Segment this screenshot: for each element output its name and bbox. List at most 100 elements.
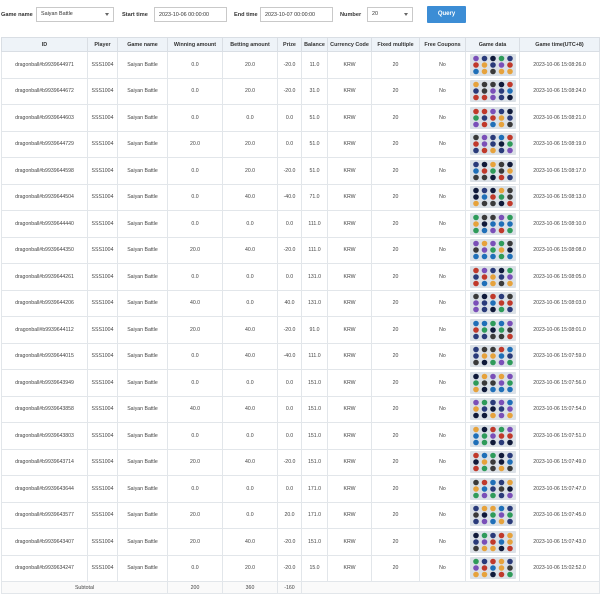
cell-betting-amount: 0.0	[222, 289, 278, 317]
game-symbol-icon	[481, 247, 487, 254]
cell-game-data[interactable]	[465, 369, 520, 397]
cell-prize: 20.0	[277, 501, 302, 529]
cell-currency-code: KRW	[327, 104, 372, 132]
table-row[interactable]: dragonball#b9939644603 SSS1004 Saiyan Batt…	[1, 104, 600, 132]
table-row[interactable]: dragonball#b9939643803 SSS1004 Saiyan Batt…	[1, 422, 600, 450]
cell-game-data[interactable]	[465, 528, 520, 556]
game-data-image[interactable]	[469, 106, 516, 129]
cell-game-data[interactable]	[465, 236, 520, 264]
game-symbol-icon	[498, 161, 504, 168]
cell-prize: 0.0	[277, 104, 302, 132]
table-row[interactable]: dragonball#b9939644971 SSS1004 Saiyan Batt…	[1, 51, 600, 79]
table-row[interactable]: dragonball#b9939644598 SSS1004 Saiyan Batt…	[1, 157, 600, 185]
game-symbol-icon	[498, 68, 504, 75]
game-data-image[interactable]	[469, 530, 516, 553]
game-data-image[interactable]	[469, 212, 516, 235]
cell-betting-amount: 40.0	[222, 342, 278, 370]
game-symbol-icon	[481, 240, 487, 247]
game-symbol-icon	[506, 373, 513, 380]
table-row[interactable]: dragonball#b9939644206 SSS1004 Saiyan Batt…	[1, 289, 600, 317]
table-row[interactable]: dragonball#b9939644440 SSS1004 Saiyan Batt…	[1, 210, 600, 238]
cell-game-data[interactable]	[465, 395, 520, 423]
table-row[interactable]: dragonball#b9939643644 SSS1004 Saiyan Batt…	[1, 475, 600, 503]
cell-free-coupons: No	[419, 210, 466, 238]
game-data-image[interactable]	[469, 186, 516, 209]
cell-game-data[interactable]	[465, 289, 520, 317]
table-row[interactable]: dragonball#b9939644672 SSS1004 Saiyan Batt…	[1, 77, 600, 105]
game-data-image[interactable]	[469, 239, 516, 262]
cell-game-data[interactable]	[465, 183, 520, 211]
game-data-image[interactable]	[469, 557, 516, 580]
game-data-image[interactable]	[469, 265, 516, 288]
cell-game-data[interactable]	[465, 210, 520, 238]
game-data-image[interactable]	[469, 504, 516, 527]
table-row[interactable]: dragonball#b9939644261 SSS1004 Saiyan Batt…	[1, 263, 600, 291]
table-row[interactable]: dragonball#b9939644350 SSS1004 Saiyan Batt…	[1, 236, 600, 264]
end-time-input[interactable]	[260, 7, 333, 22]
game-data-image[interactable]	[469, 159, 516, 182]
cell-game-data[interactable]	[465, 448, 520, 476]
table-row[interactable]: dragonball#b9939643714 SSS1004 Saiyan Batt…	[1, 448, 600, 476]
cell-prize: 0.0	[277, 210, 302, 238]
cell-game-data[interactable]	[465, 130, 520, 158]
cell-player: SSS1004	[87, 395, 118, 423]
cell-balance: 51.0	[301, 104, 328, 132]
game-symbol-icon	[506, 412, 513, 419]
table-row[interactable]: dragonball#b9939643858 SSS1004 Saiyan Batt…	[1, 395, 600, 423]
table-row[interactable]: dragonball#b9939644729 SSS1004 Saiyan Batt…	[1, 130, 600, 158]
game-data-thumbnail-icon	[472, 81, 513, 101]
cell-game-data[interactable]	[465, 263, 520, 291]
cell-game-name: Saiyan Battle	[117, 528, 168, 556]
start-time-input[interactable]	[154, 7, 227, 22]
cell-fixed-multiple: 20	[371, 210, 420, 238]
game-symbol-icon	[506, 214, 513, 221]
table-row[interactable]: dragonball#b9939644015 SSS1004 Saiyan Batt…	[1, 342, 600, 370]
game-data-image[interactable]	[469, 345, 516, 368]
game-symbol-icon	[506, 300, 513, 307]
table-row[interactable]: dragonball#b9939643949 SSS1004 Saiyan Batt…	[1, 369, 600, 397]
game-symbol-icon	[506, 293, 513, 300]
game-data-image[interactable]	[469, 318, 516, 341]
cell-prize: -40.0	[277, 342, 302, 370]
game-data-image[interactable]	[469, 80, 516, 103]
game-symbol-icon	[498, 121, 504, 128]
query-button[interactable]: Query	[427, 6, 466, 23]
game-symbol-icon	[498, 459, 504, 466]
game-name-select[interactable]: Saiyan Battle	[36, 7, 114, 22]
table-row[interactable]: dragonball#b9939644112 SSS1004 Saiyan Batt…	[1, 316, 600, 344]
number-select[interactable]: 20	[367, 7, 413, 22]
cell-game-data[interactable]	[465, 51, 520, 79]
cell-game-data[interactable]	[465, 422, 520, 450]
game-data-image[interactable]	[469, 292, 516, 315]
cell-game-data[interactable]	[465, 316, 520, 344]
cell-id: dragonball#b9939644729	[1, 130, 88, 158]
cell-game-data[interactable]	[465, 342, 520, 370]
cell-game-data[interactable]	[465, 554, 520, 582]
cell-player: SSS1004	[87, 369, 118, 397]
table-row[interactable]: dragonball#b9939643577 SSS1004 Saiyan Batt…	[1, 501, 600, 529]
cell-game-data[interactable]	[465, 77, 520, 105]
table-row[interactable]: dragonball#b9939644504 SSS1004 Saiyan Batt…	[1, 183, 600, 211]
cell-prize: -20.0	[277, 77, 302, 105]
game-symbol-icon	[489, 306, 496, 313]
game-symbol-icon	[498, 558, 504, 565]
cell-id: dragonball#b9939644015	[1, 342, 88, 370]
game-data-image[interactable]	[469, 53, 516, 76]
cell-game-data[interactable]	[465, 475, 520, 503]
game-data-image[interactable]	[469, 477, 516, 500]
table-row[interactable]: dragonball#b9939634247 SSS1004 Saiyan Batt…	[1, 554, 600, 582]
table-row[interactable]: dragonball#b9939643407 SSS1004 Saiyan Batt…	[1, 528, 600, 556]
game-data-image[interactable]	[469, 424, 516, 447]
cell-game-data[interactable]	[465, 157, 520, 185]
game-data-image[interactable]	[469, 451, 516, 474]
game-data-image[interactable]	[469, 398, 516, 421]
game-symbol-icon	[472, 227, 479, 234]
cell-game-data[interactable]	[465, 104, 520, 132]
cell-game-time: 2023-10-06 15:08:08.0	[519, 236, 600, 264]
game-data-image[interactable]	[469, 133, 516, 156]
cell-game-time: 2023-10-06 15:08:10.0	[519, 210, 600, 238]
game-symbol-icon	[489, 68, 496, 75]
game-data-image[interactable]	[469, 371, 516, 394]
cell-player: SSS1004	[87, 130, 118, 158]
cell-game-data[interactable]	[465, 501, 520, 529]
